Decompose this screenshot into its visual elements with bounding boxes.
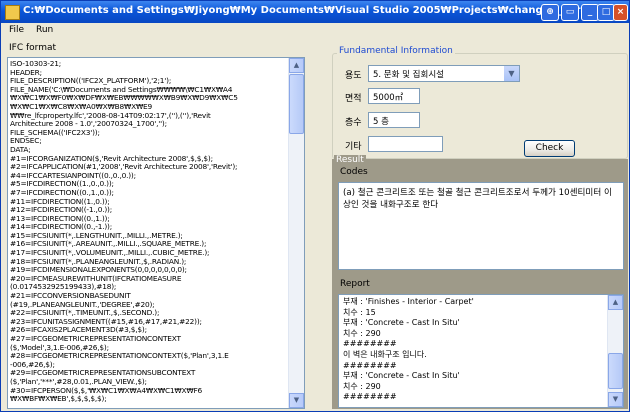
use-select[interactable]: 5. 문화 및 집회시설 ▼	[368, 65, 520, 82]
area-label: 면적	[345, 94, 362, 104]
window-title: C:₩Documents and Settings₩Jiyong₩My Docu…	[23, 5, 583, 16]
floors-label: 층수	[345, 118, 362, 128]
report-line: 치수 : 290	[343, 381, 381, 391]
codes-textarea[interactable]: (a) 철근 콘크리트조 또는 철골 철근 콘크리트조로서 두께가 10센티미터…	[338, 182, 624, 270]
ifc-content: ISO-10303-21; HEADER; FILE_DESCRIPTION(('I…	[10, 59, 280, 404]
result-title: Result	[334, 155, 366, 165]
ifc-line: FILE_SCHEMA(('IFC2X3'));	[10, 127, 100, 137]
scroll-thumb[interactable]	[289, 74, 304, 134]
other-input[interactable]	[368, 136, 443, 152]
codes-text: (a) 철근 콘크리트조 또는 철골 철근 콘크리트조로서 두께가 10센티미터…	[343, 188, 612, 210]
scroll-down-icon[interactable]: ▼	[608, 392, 623, 407]
report-line: 부재 : 'Concrete - Cast In Situ'	[343, 371, 460, 381]
ifc-format-label: IFC format	[9, 43, 57, 53]
report-content: 부재 : 'Finishes - Interior - Carpet' 치수 : …	[343, 297, 605, 403]
scroll-up-icon[interactable]: ▲	[608, 295, 623, 310]
menu-run[interactable]: Run	[36, 25, 53, 35]
other-label: 기타	[345, 142, 362, 152]
fundamental-info-title: Fundamental Information	[337, 46, 455, 56]
area-value: 5000㎡	[373, 93, 404, 103]
use-select-value: 5. 문화 및 집회시설	[373, 70, 444, 80]
floors-input[interactable]: 5 층	[368, 112, 420, 128]
use-label: 용도	[345, 71, 362, 81]
report-scrollbar[interactable]: ▲ ▼	[607, 295, 623, 407]
report-line: 이 벽은 내화구조 입니다.	[343, 349, 427, 359]
report-line: 부재 : 'Finishes - Interior - Carpet'	[343, 297, 474, 306]
main-window: C:₩Documents and Settings₩Jiyong₩My Docu…	[0, 0, 630, 412]
report-textarea[interactable]: 부재 : 'Finishes - Interior - Carpet' 치수 : …	[338, 294, 624, 408]
codes-label: Codes	[340, 167, 368, 177]
report-line: 부재 : 'Concrete - Cast In Situ'	[343, 318, 460, 328]
floors-value: 5 층	[373, 117, 389, 127]
close-button[interactable]: ×	[613, 4, 628, 21]
ifc-line: ₩X₩BF₩X₩EB',$,$,$,$,$);	[10, 394, 107, 404]
chevron-down-icon[interactable]: ▼	[504, 66, 519, 81]
result-panel: Result Codes (a) 철근 콘크리트조 또는 철골 철근 콘크리트조…	[332, 155, 628, 409]
ifc-scrollbar[interactable]: ▲ ▼	[288, 58, 304, 408]
ifc-line: ENDSEC;	[10, 136, 42, 146]
check-button[interactable]: Check	[524, 140, 575, 157]
report-label: Report	[340, 279, 370, 289]
report-line: 치수 : 290	[343, 328, 381, 338]
menu-bar: File Run	[1, 23, 629, 39]
report-line: 치수 : 15	[343, 307, 376, 317]
app-icon[interactable]	[5, 5, 20, 20]
report-line: ########	[343, 339, 397, 349]
scroll-up-icon[interactable]: ▲	[289, 58, 304, 73]
menu-file[interactable]: File	[9, 25, 24, 35]
window-options-icon[interactable]: ⊕	[541, 4, 559, 21]
area-input[interactable]: 5000㎡	[368, 88, 420, 104]
report-line: ########	[343, 360, 397, 370]
window-pin-icon[interactable]: ▭	[561, 4, 579, 21]
title-bar[interactable]: C:₩Documents and Settings₩Jiyong₩My Docu…	[1, 1, 629, 23]
ifc-textarea[interactable]: ISO-10303-21; HEADER; FILE_DESCRIPTION(('I…	[7, 57, 305, 409]
ifc-line: ISO-10303-21;	[10, 59, 62, 68]
report-line: ########	[343, 392, 397, 402]
scroll-down-icon[interactable]: ▼	[289, 393, 304, 408]
scroll-thumb[interactable]	[608, 353, 623, 389]
